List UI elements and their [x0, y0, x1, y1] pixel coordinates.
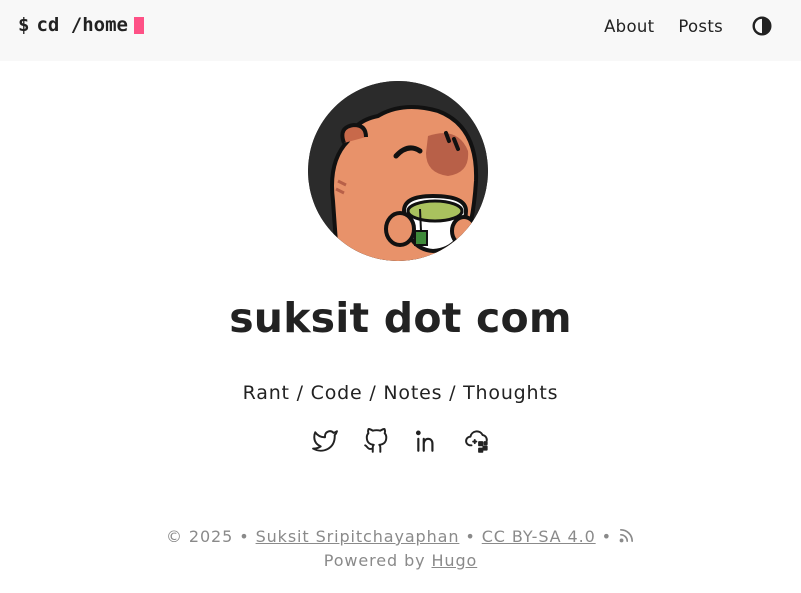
- footer-separator: •: [601, 527, 612, 546]
- twitter-icon: [311, 430, 338, 452]
- site-title: suksit dot com: [229, 294, 572, 342]
- author-link[interactable]: Suksit Sripitchayaphan: [256, 527, 460, 546]
- linkedin-icon: [415, 430, 433, 452]
- hugo-link[interactable]: Hugo: [432, 551, 478, 570]
- social-links: [0, 428, 801, 454]
- theme-toggle-button[interactable]: [751, 15, 773, 37]
- site-header: $ cd /home About Posts: [0, 0, 801, 61]
- home-link[interactable]: $ cd /home: [18, 14, 144, 36]
- rss-icon: [619, 528, 634, 543]
- profile-avatar: [308, 81, 488, 261]
- twitter-link[interactable]: [311, 428, 338, 454]
- footer-separator: •: [465, 527, 476, 546]
- brand-path: cd /home: [36, 14, 128, 36]
- github-link[interactable]: [363, 428, 389, 454]
- linkedin-link[interactable]: [414, 428, 440, 454]
- rss-link[interactable]: [618, 527, 635, 546]
- license-link[interactable]: CC BY-SA 4.0: [482, 527, 596, 546]
- capybara-avatar-image: [308, 81, 488, 261]
- contrast-icon: [752, 16, 772, 36]
- github-icon: [363, 428, 387, 453]
- keybase-icon: [464, 430, 488, 453]
- nav-about-link[interactable]: About: [604, 17, 654, 36]
- footer-line-1: © 2025 • Suksit Sripitchayaphan • CC BY-…: [0, 525, 801, 549]
- nav-posts-link[interactable]: Posts: [678, 17, 723, 36]
- footer-line-2: Powered by Hugo: [0, 549, 801, 573]
- copyright-text: © 2025: [166, 527, 234, 546]
- keybase-link[interactable]: [464, 428, 491, 454]
- blinking-cursor: [133, 17, 144, 34]
- brand-prompt: $: [18, 14, 30, 36]
- site-tagline: Rant / Code / Notes / Thoughts: [242, 382, 559, 404]
- main-nav: About Posts: [604, 15, 773, 37]
- site-footer: © 2025 • Suksit Sripitchayaphan • CC BY-…: [0, 525, 801, 573]
- footer-separator: •: [239, 527, 250, 546]
- powered-by-text: Powered by: [323, 551, 426, 570]
